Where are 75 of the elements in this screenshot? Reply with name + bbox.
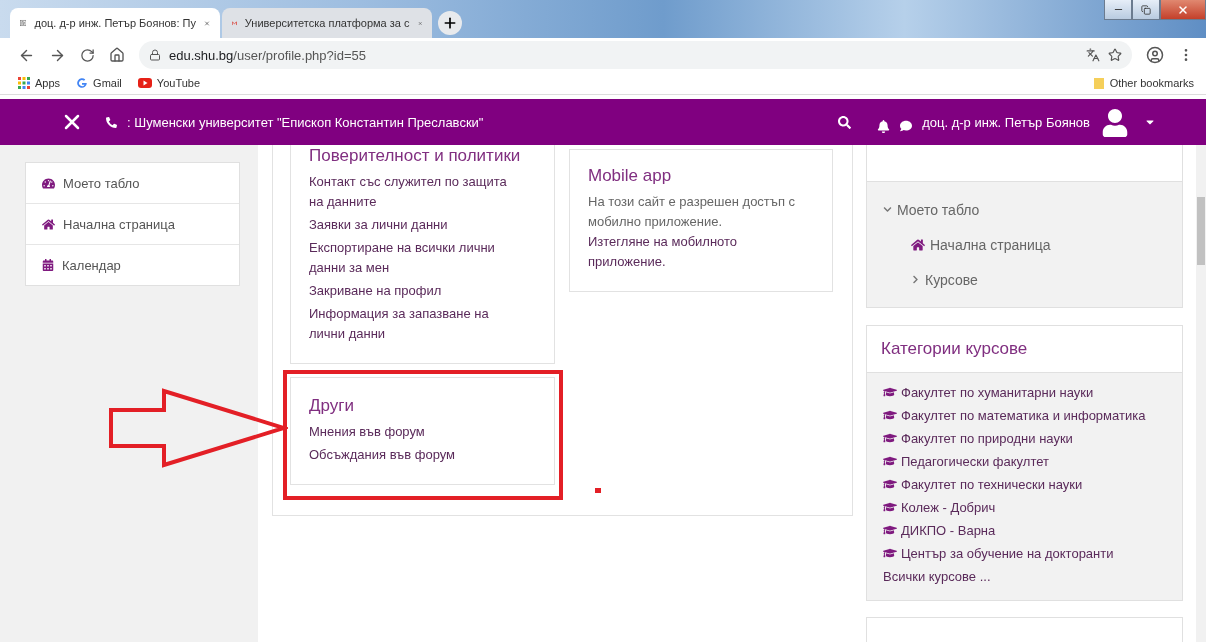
other-bookmarks[interactable]: Other bookmarks — [1092, 77, 1194, 89]
navigation-item[interactable]: Начална страница — [883, 227, 1168, 262]
privacy-link[interactable]: Контакт със служител по защита на данните — [309, 172, 521, 212]
home-icon — [42, 217, 55, 231]
category-link[interactable]: Колеж - Добрич — [883, 498, 1168, 518]
bookmark[interactable]: Gmail — [76, 77, 122, 89]
category-link[interactable]: Факултет по технически науки — [883, 475, 1168, 495]
home-icon[interactable] — [109, 47, 125, 63]
close-icon — [1177, 3, 1189, 16]
plus-icon — [442, 15, 458, 31]
all-courses-link[interactable]: Всички курсове ... — [883, 567, 1168, 587]
browser-tab[interactable]: Университетска платформа за с — [222, 8, 432, 38]
mobile-text: На този сайт е разрешен достъп с мобилно приложение. — [588, 193, 797, 231]
google-icon — [76, 77, 89, 89]
graduation-cap-icon — [883, 385, 897, 399]
card-title: Категории курсове — [881, 339, 1028, 359]
bookmark[interactable]: YouTube — [137, 77, 201, 89]
minimize-button[interactable] — [1104, 0, 1132, 20]
bookmark[interactable]: Apps — [18, 77, 61, 89]
star-icon[interactable] — [1108, 48, 1122, 62]
translate-icon[interactable] — [1086, 48, 1100, 62]
profile-icon[interactable] — [1146, 46, 1164, 64]
user-name[interactable]: доц. д-р инж. Петър Боянов — [922, 114, 1090, 130]
menu-item[interactable]: Календар — [26, 244, 239, 285]
card-title: Други — [309, 396, 355, 416]
privacy-link[interactable]: Заявки за лични данни — [309, 215, 521, 235]
phone-icon — [106, 116, 117, 128]
privacy-link[interactable]: Закриване на профил — [309, 281, 521, 301]
chevron-down-icon — [883, 205, 892, 214]
navigation-item[interactable]: Курсове — [883, 262, 1168, 297]
dashboard-icon — [42, 176, 55, 190]
mobile-link[interactable]: Изтегляне на мобилното приложение. — [588, 232, 800, 272]
forum-link[interactable]: Обсъждания във форум — [309, 445, 521, 465]
bell-icon[interactable] — [877, 119, 891, 133]
scrollbar[interactable] — [1196, 145, 1206, 642]
home-icon — [911, 237, 925, 252]
restore-icon — [1141, 4, 1151, 15]
search-icon[interactable] — [838, 115, 852, 129]
youtube-icon — [137, 78, 152, 88]
graduation-cap-icon — [883, 454, 897, 468]
graduation-cap-icon — [883, 500, 897, 514]
menu-item[interactable]: Моето табло — [26, 163, 239, 203]
privacy-link[interactable]: Експортиране на всички лични данни за мен — [309, 238, 521, 278]
browser-tab[interactable]: доц. д-р инж. Петър Боянов: Пу — [10, 8, 220, 38]
site-name: : Шуменски университет "Епископ Константин Преславски" — [127, 114, 484, 130]
lock-icon — [149, 49, 161, 61]
folder-icon — [1092, 77, 1105, 89]
graduation-cap-icon — [883, 523, 897, 537]
forum-link[interactable]: Мнения във форум — [309, 422, 521, 442]
new-tab-button[interactable] — [438, 11, 462, 35]
privacy-link[interactable]: Информация за запазване на лични данни — [309, 304, 521, 344]
chat-icon[interactable] — [900, 120, 913, 132]
category-link[interactable]: ДИКПО - Варна — [883, 521, 1168, 541]
card-title: Mobile app — [588, 166, 673, 186]
category-link[interactable]: Факултет по природни науки — [883, 429, 1168, 449]
calendar-icon — [42, 259, 54, 271]
graduation-cap-icon — [883, 546, 897, 560]
annotation-mark — [595, 488, 601, 493]
navigation-item[interactable]: Моето табло — [883, 192, 1168, 227]
card-title: Поверителност и политики — [309, 146, 522, 166]
category-link[interactable]: Педагогически факултет — [883, 452, 1168, 472]
avatar-icon[interactable] — [1100, 107, 1130, 137]
reload-icon[interactable] — [80, 47, 95, 63]
menu-item[interactable]: Начална страница — [26, 203, 239, 244]
category-link[interactable]: Център за обучение на докторанти — [883, 544, 1168, 564]
graduation-cap-icon — [883, 477, 897, 491]
graduation-cap-icon — [883, 408, 897, 422]
category-link[interactable]: Факултет по математика и информатика — [883, 406, 1168, 426]
category-link[interactable]: Факултет по хуманитарни науки — [883, 383, 1168, 403]
chevron-right-icon — [911, 275, 920, 284]
address-bar[interactable]: edu.shu.bg/user/profile.php?id=55 — [139, 41, 1132, 69]
close-window-button[interactable] — [1160, 0, 1206, 20]
maximize-button[interactable] — [1132, 0, 1160, 20]
graduation-cap-icon — [883, 431, 897, 445]
apps-icon — [18, 77, 30, 89]
